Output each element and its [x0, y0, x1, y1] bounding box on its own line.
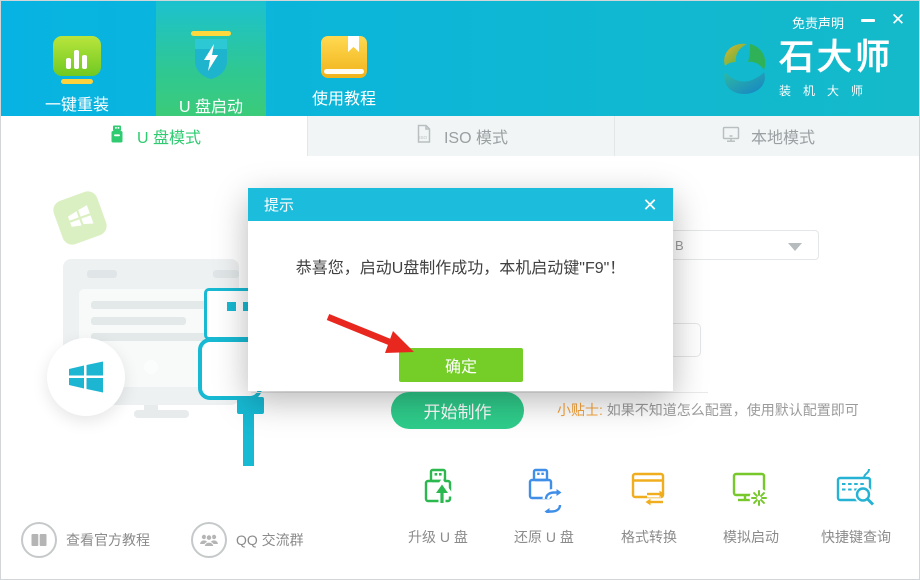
brand-swirl-icon	[717, 39, 769, 102]
brand-logo: 石大师 装机大师	[717, 39, 893, 102]
nav-item-tutorial[interactable]: 使用教程	[299, 1, 389, 116]
chevron-down-icon	[788, 243, 802, 251]
book-circle-icon	[21, 522, 57, 558]
tab-label: U 盘模式	[137, 124, 201, 148]
nav-item-label: 使用教程	[312, 85, 376, 109]
windows-badge	[47, 338, 125, 416]
dialog-title: 提示	[264, 194, 294, 215]
people-circle-icon	[191, 522, 227, 558]
usb-drive-select-value: B	[675, 238, 684, 253]
tool-hotkey-query[interactable]: 快捷键查询	[804, 467, 908, 547]
hotkey-query-icon	[833, 467, 879, 518]
usb-restore-icon	[521, 467, 567, 518]
nav-item-label: U 盘启动	[179, 93, 243, 117]
nav-item-usb-boot[interactable]: U 盘启动	[156, 1, 266, 116]
iso-file-icon: ISO	[414, 124, 434, 149]
usb-upgrade-icon	[415, 467, 461, 518]
qq-group-link[interactable]: QQ 交流群	[191, 522, 304, 558]
start-make-button[interactable]: 开始制作	[391, 392, 524, 429]
link-label: QQ 交流群	[236, 530, 304, 550]
tool-label: 升级 U 盘	[408, 527, 468, 547]
disclaimer-link[interactable]: 免责声明	[792, 13, 844, 32]
tab-label: 本地模式	[751, 124, 815, 148]
tool-label: 快捷键查询	[821, 527, 891, 547]
tool-restore-usb[interactable]: 还原 U 盘	[492, 467, 596, 547]
close-button[interactable]: ✕	[887, 9, 909, 31]
tab-iso-mode[interactable]: ISO ISO 模式	[307, 116, 614, 156]
brand-subtitle: 装机大师	[779, 82, 893, 99]
tool-label: 模拟启动	[723, 527, 779, 547]
usb-drive-icon	[107, 124, 127, 149]
usb-plug-cap-illustration	[237, 397, 264, 414]
tip-text: 小贴士: 如果不知道怎么配置，使用默认配置即可	[557, 400, 859, 420]
monitor-stand-base	[134, 410, 189, 418]
bar-chart-icon	[53, 36, 101, 84]
official-tutorial-link[interactable]: 查看官方教程	[21, 522, 150, 558]
ok-button[interactable]: 确定	[399, 348, 523, 382]
usb-plug-cable-illustration	[243, 413, 254, 466]
monitor-icon	[721, 124, 741, 149]
dialog-header: 提示	[248, 188, 673, 221]
tab-label: ISO 模式	[444, 124, 508, 148]
app-window: 一键重装 U 盘启动 使用教程 免责声明 ✕	[0, 0, 920, 580]
tip-label: 小贴士:	[557, 402, 603, 418]
simulate-boot-icon	[728, 467, 774, 518]
brand-name: 石大师	[779, 39, 893, 77]
usb-plug-tip-illustration	[204, 288, 254, 340]
dialog-close-icon[interactable]: ✕	[637, 192, 663, 218]
tool-simulate-boot[interactable]: 模拟启动	[699, 467, 803, 547]
tool-format-convert[interactable]: 格式转换	[597, 467, 701, 547]
minimize-button[interactable]	[857, 9, 879, 31]
tab-usb-mode[interactable]: U 盘模式	[1, 116, 307, 156]
tool-upgrade-usb[interactable]: 升级 U 盘	[386, 467, 490, 547]
format-convert-icon	[626, 467, 672, 518]
nav-item-label: 一键重装	[45, 91, 109, 115]
success-dialog: 提示 ✕ 恭喜您，启动U盘制作成功，本机启动键"F9"！ 确定	[248, 188, 673, 391]
tool-label: 还原 U 盘	[514, 527, 574, 547]
shield-lightning-icon	[185, 29, 237, 86]
nav-item-one-key-reinstall[interactable]: 一键重装	[31, 1, 123, 116]
book-icon	[321, 36, 367, 78]
dialog-message: 恭喜您，启动U盘制作成功，本机启动键"F9"！	[248, 254, 673, 278]
mode-tabbar: U 盘模式 ISO ISO 模式 本地模式	[1, 116, 920, 156]
minimize-icon	[861, 19, 875, 22]
tab-local-mode[interactable]: 本地模式	[614, 116, 920, 156]
svg-text:ISO: ISO	[419, 135, 427, 140]
tool-label: 格式转换	[621, 527, 677, 547]
link-label: 查看官方教程	[66, 530, 150, 550]
